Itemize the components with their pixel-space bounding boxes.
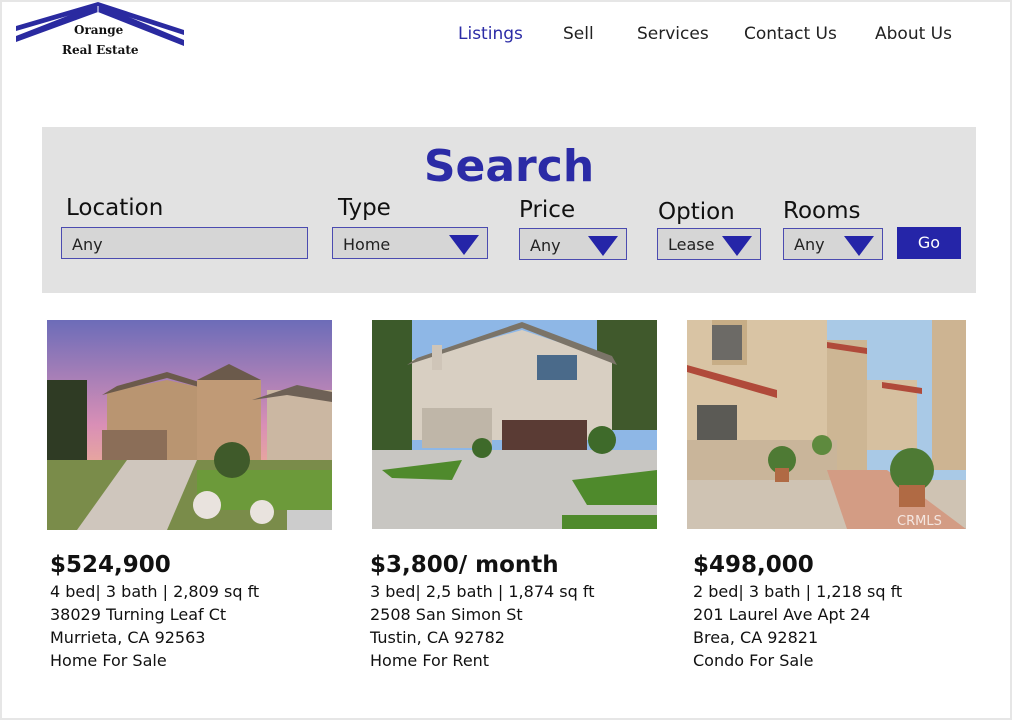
chevron-down-icon [844, 236, 874, 256]
listing-photo[interactable]: CRMLS [687, 320, 966, 529]
listing-price: $498,000 [693, 552, 814, 578]
nav-contact-us[interactable]: Contact Us [744, 24, 837, 44]
type-label: Type [338, 195, 391, 221]
listing-info: $3,800/ month 3 bed| 2,5 bath | 1,874 sq… [370, 552, 594, 672]
search-title: Search [423, 141, 595, 192]
nav-services[interactable]: Services [637, 24, 709, 44]
option-label: Option [658, 199, 735, 225]
listing-city: Murrieta, CA 92563 [50, 628, 206, 647]
listing-info: $498,000 2 bed| 3 bath | 1,218 sq ft 201… [693, 552, 902, 672]
brand-logo[interactable]: Orange Real Estate [14, 2, 186, 60]
price-label: Price [519, 197, 576, 223]
listing-price: $524,900 [50, 552, 171, 578]
brand-name-line1: Orange [74, 23, 124, 37]
listing-price: $3,800/ month [370, 552, 559, 578]
type-select[interactable]: Home [332, 227, 488, 259]
option-value: Lease [668, 235, 715, 254]
go-button[interactable]: Go [897, 227, 961, 259]
search-panel: Search Location Any Type Home Price Any … [42, 127, 976, 293]
price-select[interactable]: Any [519, 228, 627, 260]
listing-details: 3 bed| 2,5 bath | 1,874 sq ft [370, 582, 595, 601]
listing-status: Home For Sale [50, 651, 167, 670]
listing-address: 2508 San Simon St [370, 605, 523, 624]
listing-photo[interactable] [372, 320, 657, 529]
listing-city: Tustin, CA 92782 [370, 628, 505, 647]
chevron-down-icon [588, 236, 618, 256]
location-value: Any [72, 235, 103, 254]
rooms-value: Any [794, 235, 825, 254]
nav-sell[interactable]: Sell [563, 24, 594, 44]
option-select[interactable]: Lease [657, 228, 761, 260]
brand-name-line2: Real Estate [62, 43, 139, 57]
rooms-label: Rooms [783, 198, 861, 224]
location-input[interactable]: Any [61, 227, 308, 259]
listing-status: Condo For Sale [693, 651, 814, 670]
type-value: Home [343, 235, 391, 254]
listing-info: $524,900 4 bed| 3 bath | 2,809 sq ft 380… [50, 552, 259, 672]
nav-about-us[interactable]: About Us [875, 24, 952, 44]
listing-status: Home For Rent [370, 651, 490, 670]
listing-details: 2 bed| 3 bath | 1,218 sq ft [693, 582, 903, 601]
chevron-down-icon [722, 236, 752, 256]
listing-photo[interactable] [47, 320, 332, 530]
location-label: Location [66, 195, 164, 221]
listing-address: 201 Laurel Ave Apt 24 [693, 605, 871, 624]
listing-address: 38029 Turning Leaf Ct [50, 605, 227, 624]
price-value: Any [530, 236, 561, 255]
listing-city: Brea, CA 92821 [693, 628, 819, 647]
chevron-down-icon [449, 235, 479, 255]
rooms-select[interactable]: Any [783, 228, 883, 260]
photo-watermark: CRMLS [897, 514, 942, 529]
nav-listings[interactable]: Listings [458, 24, 523, 44]
listing-details: 4 bed| 3 bath | 2,809 sq ft [50, 582, 260, 601]
